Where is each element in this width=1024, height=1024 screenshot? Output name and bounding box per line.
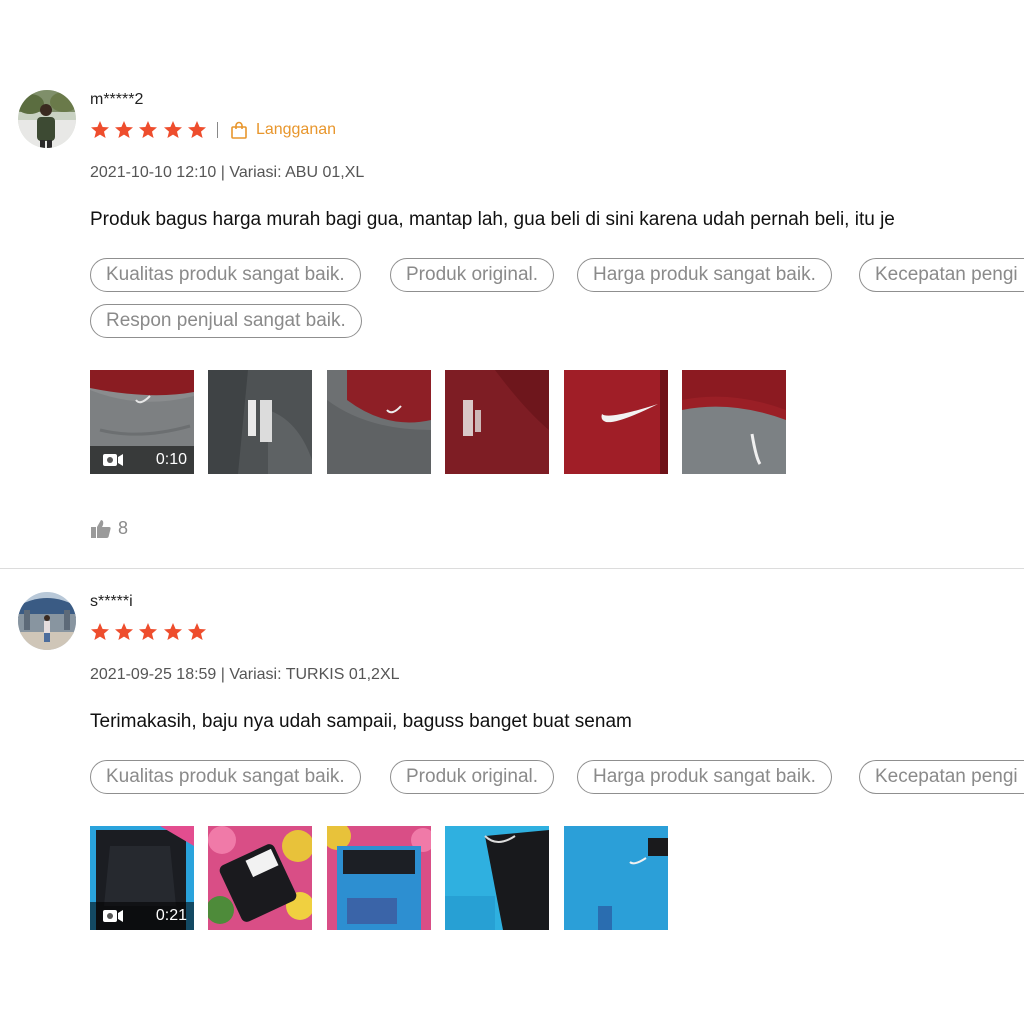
reviewer-username: s*****i [90, 593, 133, 610]
review-photo-thumbnail[interactable] [445, 370, 549, 474]
review-tag: Kecepatan pengi [859, 760, 1024, 794]
video-camera-icon [103, 910, 123, 922]
review-meta: 2021-10-10 12:10 | Variasi: ABU 01,XL [90, 164, 365, 181]
review-photo-thumbnail[interactable] [445, 826, 549, 930]
review-tag: Kualitas produk sangat baik. [90, 760, 361, 794]
video-duration: 0:10 [155, 451, 187, 468]
like-count: 8 [118, 518, 129, 538]
thumbs-up-icon [91, 519, 111, 538]
star-icon [91, 121, 109, 138]
like-button[interactable]: 8 [90, 518, 128, 539]
review-comment: Terimakasih, baju nya udah sampaii, bagu… [90, 711, 632, 732]
review-video-thumbnail[interactable]: 0:10 [90, 370, 194, 474]
review-tag: Kecepatan pengi [859, 258, 1024, 292]
star-icon [163, 121, 182, 138]
review-meta: 2021-09-25 18:59 | Variasi: TURKIS 01,2X… [90, 666, 400, 683]
video-camera-icon [103, 454, 123, 466]
star-icon [115, 623, 134, 640]
video-overlay: 0:21 [90, 902, 194, 930]
shopping-bag-icon [231, 121, 247, 139]
review-divider [0, 568, 1024, 569]
review-tag: Produk original. [390, 760, 555, 794]
review-photo-thumbnail[interactable] [564, 370, 668, 474]
review-tag: Produk original. [390, 258, 555, 292]
video-duration: 0:21 [155, 907, 187, 924]
review-photo-thumbnail[interactable] [208, 826, 312, 930]
review-photo-thumbnail[interactable] [564, 826, 668, 930]
review-tag: Harga produk sangat baik. [577, 760, 832, 794]
review-photo-thumbnail[interactable] [327, 826, 431, 930]
star-icon [187, 623, 206, 640]
rating-stars [90, 622, 211, 642]
reviewer-username: m*****2 [90, 91, 144, 108]
star-icon [187, 121, 206, 138]
review-comment: Produk bagus harga murah bagi gua, manta… [90, 209, 895, 230]
avatar[interactable] [18, 90, 76, 148]
subscription-badge: Langganan [230, 121, 336, 139]
star-icon [139, 121, 158, 138]
subscription-label: Langganan [255, 121, 337, 138]
star-icon [139, 623, 158, 640]
rating-stars: Langganan [90, 120, 336, 140]
star-icon [115, 121, 134, 138]
divider [216, 122, 218, 138]
star-icon [91, 623, 109, 640]
video-overlay: 0:10 [90, 446, 194, 474]
review-video-thumbnail[interactable]: 0:21 [90, 826, 194, 930]
review-photo-thumbnail[interactable] [682, 370, 786, 474]
review-photo-thumbnail[interactable] [327, 370, 431, 474]
review-tag: Kualitas produk sangat baik. [90, 258, 361, 292]
review-photo-thumbnail[interactable] [208, 370, 312, 474]
review-tag: Harga produk sangat baik. [577, 258, 832, 292]
star-icon [163, 623, 182, 640]
review-tag: Respon penjual sangat baik. [90, 304, 362, 338]
avatar[interactable] [18, 592, 76, 650]
